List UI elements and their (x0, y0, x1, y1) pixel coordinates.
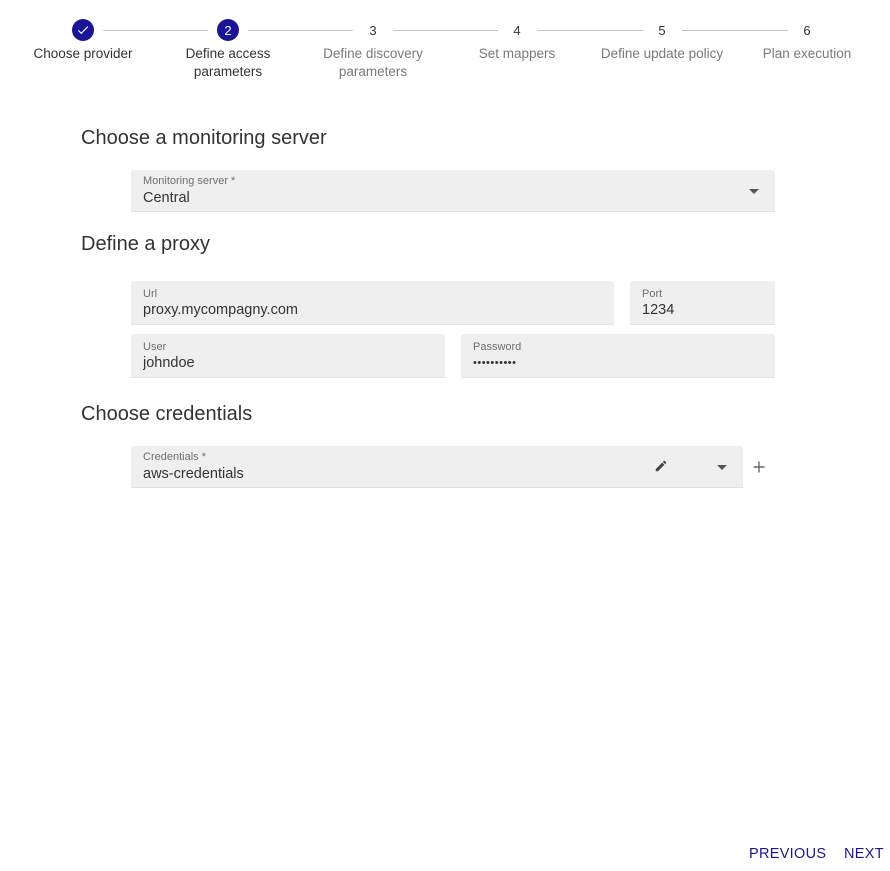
chevron-down-icon[interactable] (749, 189, 759, 194)
chevron-down-icon[interactable] (717, 465, 727, 470)
step-label: Define access parameters (185, 46, 271, 79)
port-input[interactable] (642, 302, 763, 318)
port-field[interactable]: Port (630, 281, 775, 325)
url-input[interactable] (143, 302, 602, 318)
step-number: 2 (217, 19, 239, 41)
step-label: Set mappers (478, 46, 556, 61)
port-label: Port (642, 288, 663, 300)
pencil-icon[interactable] (653, 458, 669, 474)
step-number: 4 (513, 22, 521, 38)
user-label: User (143, 341, 167, 353)
step-define-access-parameters[interactable]: 2 Define access parameters (153, 19, 303, 81)
check-icon (72, 19, 94, 41)
url-field[interactable]: Url (131, 281, 614, 325)
step-set-mappers[interactable]: 4 Set mappers (442, 19, 592, 63)
user-input[interactable] (143, 355, 433, 371)
step-label: Define update policy (600, 46, 724, 61)
step-label: Plan execution (762, 46, 852, 61)
step-label: Choose provider (33, 46, 133, 61)
step-choose-provider[interactable]: Choose provider (8, 19, 158, 63)
password-field[interactable]: Password •••••••••• (461, 334, 775, 378)
password-input[interactable]: •••••••••• (473, 357, 763, 369)
step-number: 6 (803, 22, 811, 38)
credentials-select[interactable]: Credentials * aws-credentials (131, 446, 743, 488)
credentials-value: aws-credentials (143, 466, 244, 482)
monitoring-server-label: Monitoring server * (143, 175, 236, 187)
credentials-section-title: Choose credentials (81, 403, 253, 425)
proxy-section-title: Define a proxy (81, 233, 210, 255)
monitoring-server-select[interactable]: Monitoring server * Central (131, 170, 775, 212)
plus-icon[interactable] (752, 460, 766, 474)
next-button[interactable]: NEXT (844, 846, 884, 862)
user-field[interactable]: User (131, 334, 445, 378)
step-define-discovery-parameters[interactable]: 3 Define discovery parameters (298, 19, 448, 81)
step-define-update-policy[interactable]: 5 Define update policy (587, 19, 737, 63)
step-label: Define discovery parameters (323, 46, 423, 79)
credentials-label: Credentials * (143, 451, 206, 463)
stepper: Choose provider 2 Define access paramete… (0, 0, 890, 90)
step-number: 5 (658, 22, 666, 38)
previous-button[interactable]: PREVIOUS (749, 846, 826, 862)
url-label: Url (143, 288, 158, 300)
monitoring-server-value: Central (143, 190, 190, 206)
step-number: 3 (369, 22, 377, 38)
step-plan-execution[interactable]: 6 Plan execution (732, 19, 882, 63)
password-label: Password (473, 341, 522, 353)
monitoring-section-title: Choose a monitoring server (81, 127, 327, 149)
